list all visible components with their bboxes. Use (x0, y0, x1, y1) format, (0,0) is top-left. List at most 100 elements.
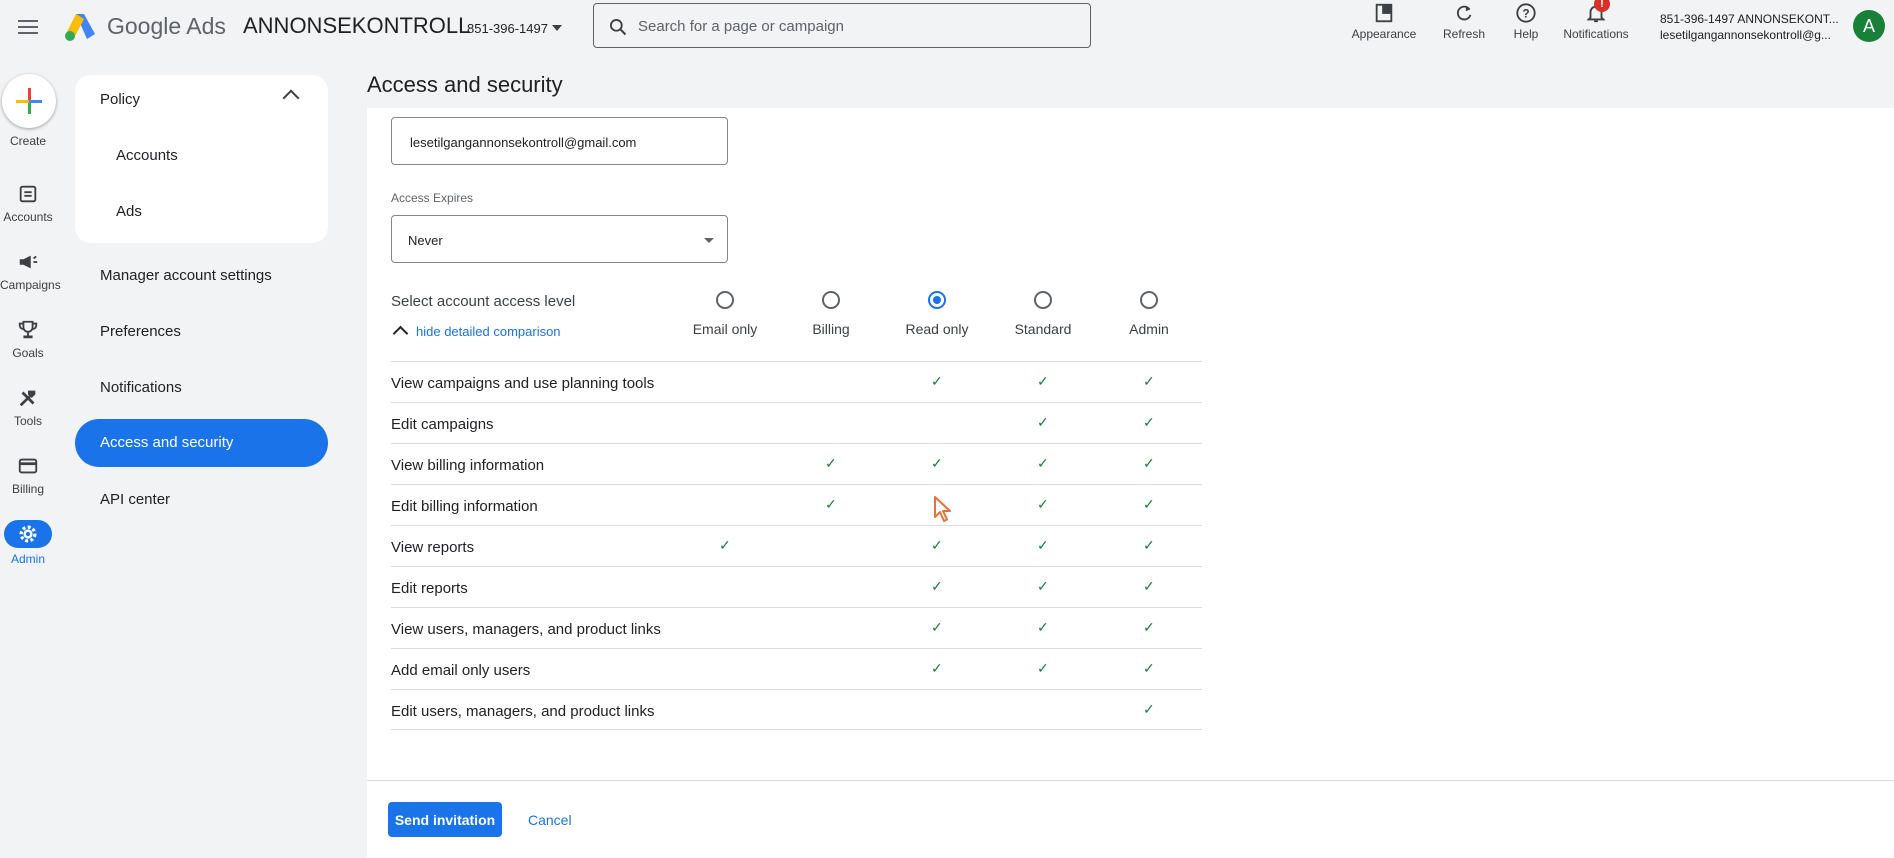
brand-name: Google Ads (107, 13, 226, 39)
radio-standard[interactable] (1034, 291, 1052, 309)
permission-label: View billing information (391, 457, 545, 474)
table-row: Edit billing information ✓ ✓ ✓ (391, 484, 1202, 525)
access-level-admin[interactable]: Admin (1094, 291, 1204, 337)
permission-label: Edit reports (391, 580, 468, 597)
accounts-icon (19, 185, 37, 203)
access-level-label: Select account access level (391, 293, 576, 310)
appearance-icon (1375, 3, 1393, 23)
permission-label: Add email only users (391, 662, 531, 679)
help-icon: ? (1516, 3, 1536, 23)
rail-item-billing[interactable]: Billing (0, 455, 56, 496)
check-icon: ✓ (825, 455, 837, 471)
help-button[interactable]: ? Help (1506, 2, 1546, 41)
check-icon: ✓ (931, 373, 943, 389)
check-icon: ✓ (931, 619, 943, 635)
access-level-standard[interactable]: Standard (988, 291, 1098, 337)
notifications-button[interactable]: Notifications ! (1556, 0, 1636, 41)
account-name[interactable]: ANNONSEKONTROLL (243, 13, 470, 39)
subnav-policy[interactable]: Policy (100, 91, 140, 108)
trophy-icon (18, 320, 38, 339)
google-ads-logo (65, 14, 95, 41)
rail-item-tools[interactable]: Tools (0, 387, 56, 428)
access-level-read-only[interactable]: Read only (882, 291, 992, 337)
check-icon: ✓ (931, 660, 943, 676)
check-icon: ✓ (1143, 701, 1155, 717)
footer-divider (367, 780, 1894, 781)
table-row: View users, managers, and product links ✓… (391, 607, 1202, 648)
rail-create-label[interactable]: Create (0, 134, 56, 148)
access-expires-label: Access Expires (391, 191, 474, 205)
caret-down-icon[interactable] (552, 25, 562, 31)
cancel-button[interactable]: Cancel (522, 802, 578, 837)
subnav-manager-account-settings[interactable]: Manager account settings (100, 267, 272, 284)
check-icon: ✓ (1143, 578, 1155, 594)
check-icon: ✓ (931, 578, 943, 594)
subnav-access-and-security[interactable]: Access and security (75, 419, 328, 467)
subnav-notifications[interactable]: Notifications (100, 379, 182, 396)
refresh-button[interactable]: Refresh (1436, 2, 1492, 41)
user-email[interactable]: lesetilgangannonsekontroll@g... (1660, 28, 1831, 42)
check-icon: ✓ (1143, 496, 1155, 512)
account-id[interactable]: 851-396-1497 (467, 21, 548, 36)
table-row: View billing information ✓ ✓ ✓ ✓ (391, 443, 1202, 484)
avatar[interactable]: A (1853, 10, 1885, 42)
subnav-api-center[interactable]: API center (100, 491, 170, 508)
check-icon: ✓ (1037, 496, 1049, 512)
radio-admin[interactable] (1140, 291, 1158, 309)
subnav-preferences[interactable]: Preferences (100, 323, 181, 340)
check-icon: ✓ (1143, 373, 1155, 389)
check-icon: ✓ (825, 496, 837, 512)
appearance-button[interactable]: Appearance (1348, 2, 1420, 41)
check-icon: ✓ (1037, 578, 1049, 594)
check-icon: ✓ (1143, 619, 1155, 635)
permission-label: Edit users, managers, and product links (391, 703, 655, 720)
access-level-email-only[interactable]: Email only (670, 291, 780, 337)
search-box[interactable] (593, 3, 1091, 49)
radio-email-only[interactable] (716, 291, 734, 309)
table-row: Edit reports ✓ ✓ ✓ (391, 566, 1202, 607)
rail-item-campaigns[interactable]: Campaigns (0, 251, 61, 292)
rail-item-goals[interactable]: Goals (0, 319, 56, 360)
check-icon: ✓ (1037, 660, 1049, 676)
hide-comparison-link[interactable]: hide detailed comparison (392, 324, 561, 342)
check-icon: ✓ (1037, 414, 1049, 430)
subnav-policy-ads[interactable]: Ads (116, 203, 142, 220)
admin-pill (4, 520, 52, 548)
user-account-name[interactable]: 851-396-1497 ANNONSEKONT... (1660, 12, 1839, 26)
tools-icon (19, 390, 36, 407)
access-level-billing[interactable]: Billing (776, 291, 886, 337)
create-button[interactable] (2, 74, 56, 128)
svg-text:?: ? (1522, 7, 1529, 21)
page-title: Access and security (367, 72, 563, 97)
table-row: Edit users, managers, and product links ✓ (391, 689, 1202, 730)
check-icon: ✓ (1037, 537, 1049, 553)
send-invitation-button[interactable]: Send invitation (388, 802, 502, 837)
check-icon: ✓ (1037, 373, 1049, 389)
subnav-policy-accounts[interactable]: Accounts (116, 147, 178, 164)
menu-icon[interactable] (16, 16, 40, 40)
access-expires-select[interactable]: Never (391, 215, 728, 263)
email-field[interactable] (391, 117, 728, 166)
top-bar: Google Ads ANNONSEKONTROLL 851-396-1497 … (0, 0, 1894, 56)
notification-badge: ! (1594, 0, 1610, 12)
check-icon: ✓ (1037, 455, 1049, 471)
email-input[interactable] (408, 118, 712, 166)
radio-read-only[interactable] (928, 291, 946, 309)
permission-label: Edit campaigns (391, 416, 494, 433)
check-icon: ✓ (1143, 660, 1155, 676)
plus-icon-bar (16, 100, 42, 103)
rail-item-admin[interactable]: Admin (0, 520, 56, 566)
chevron-up-icon (392, 325, 409, 342)
search-input[interactable] (636, 4, 1080, 49)
radio-billing[interactable] (822, 291, 840, 309)
rail-item-accounts[interactable]: Accounts (0, 183, 56, 224)
permission-label: Edit billing information (391, 498, 538, 515)
dropdown-arrow-icon (704, 238, 714, 243)
table-row: View campaigns and use planning tools ✓ ✓ ✓ (391, 361, 1202, 402)
gear-icon (19, 525, 37, 543)
table-row: Add email only users ✓ ✓ ✓ (391, 648, 1202, 689)
check-icon: ✓ (1143, 414, 1155, 430)
permission-label: View campaigns and use planning tools (391, 375, 655, 392)
permission-label: View users, managers, and product links (391, 621, 661, 638)
check-icon: ✓ (931, 455, 943, 471)
